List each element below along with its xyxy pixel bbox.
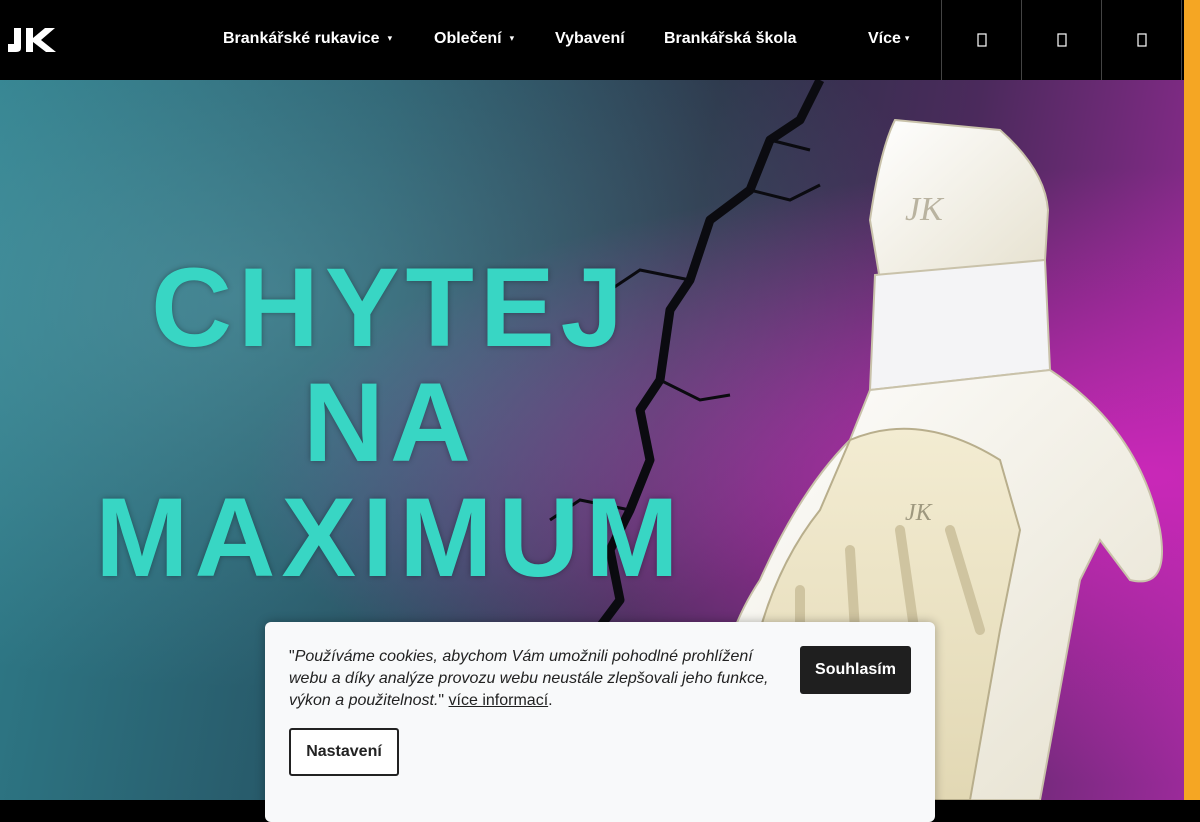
nav-label: Brankářské rukavice (223, 30, 380, 47)
quote-mark: " (438, 692, 449, 709)
search-button[interactable] (941, 0, 1021, 80)
cart-icon (1136, 33, 1147, 47)
period: . (548, 692, 553, 709)
svg-text:JK: JK (905, 500, 934, 526)
more-info-link[interactable]: více informací (449, 692, 549, 709)
jk-logo[interactable] (6, 26, 62, 54)
nav-label: Více (868, 30, 901, 47)
scrollbar[interactable] (1184, 0, 1200, 800)
nav-item-more[interactable]: Více ▾ (868, 30, 909, 48)
headline-line-1: CHYTEJ (151, 245, 629, 370)
nav-item-equipment[interactable]: Vybavení (555, 30, 625, 48)
chevron-down-icon: ▾ (387, 33, 393, 43)
cookie-settings-button[interactable]: Nastavení (289, 728, 399, 776)
nav-label: Oblečení (434, 30, 502, 47)
search-icon (976, 33, 987, 47)
hero-headline: CHYTEJ NA MAXIMUM (70, 250, 710, 595)
nav-label: Vybavení (555, 30, 625, 47)
headline-line-3: MAXIMUM (95, 475, 685, 600)
nav-item-goalkeeper-school[interactable]: Brankářská škola (664, 30, 797, 48)
cookie-text: "Používáme cookies, abychom Vám umožnili… (289, 646, 779, 712)
account-button[interactable] (1021, 0, 1101, 80)
nav-label: Brankářská škola (664, 30, 797, 47)
cookie-consent-banner: "Používáme cookies, abychom Vám umožnili… (265, 622, 935, 822)
chevron-down-icon: ▾ (904, 33, 910, 43)
headline-line-2: NA (303, 360, 477, 485)
user-icon (1056, 33, 1067, 47)
cart-button[interactable] (1101, 0, 1182, 80)
glove-signature: JK (905, 191, 945, 228)
site-header: Brankářské rukavice ▾ Oblečení ▾ Vybavení … (0, 0, 1184, 80)
accept-cookies-button[interactable]: Souhlasím (800, 646, 911, 694)
nav-item-gloves[interactable]: Brankářské rukavice ▾ (223, 30, 392, 48)
chevron-down-icon: ▾ (509, 33, 515, 43)
nav-item-clothing[interactable]: Oblečení ▾ (434, 30, 514, 48)
